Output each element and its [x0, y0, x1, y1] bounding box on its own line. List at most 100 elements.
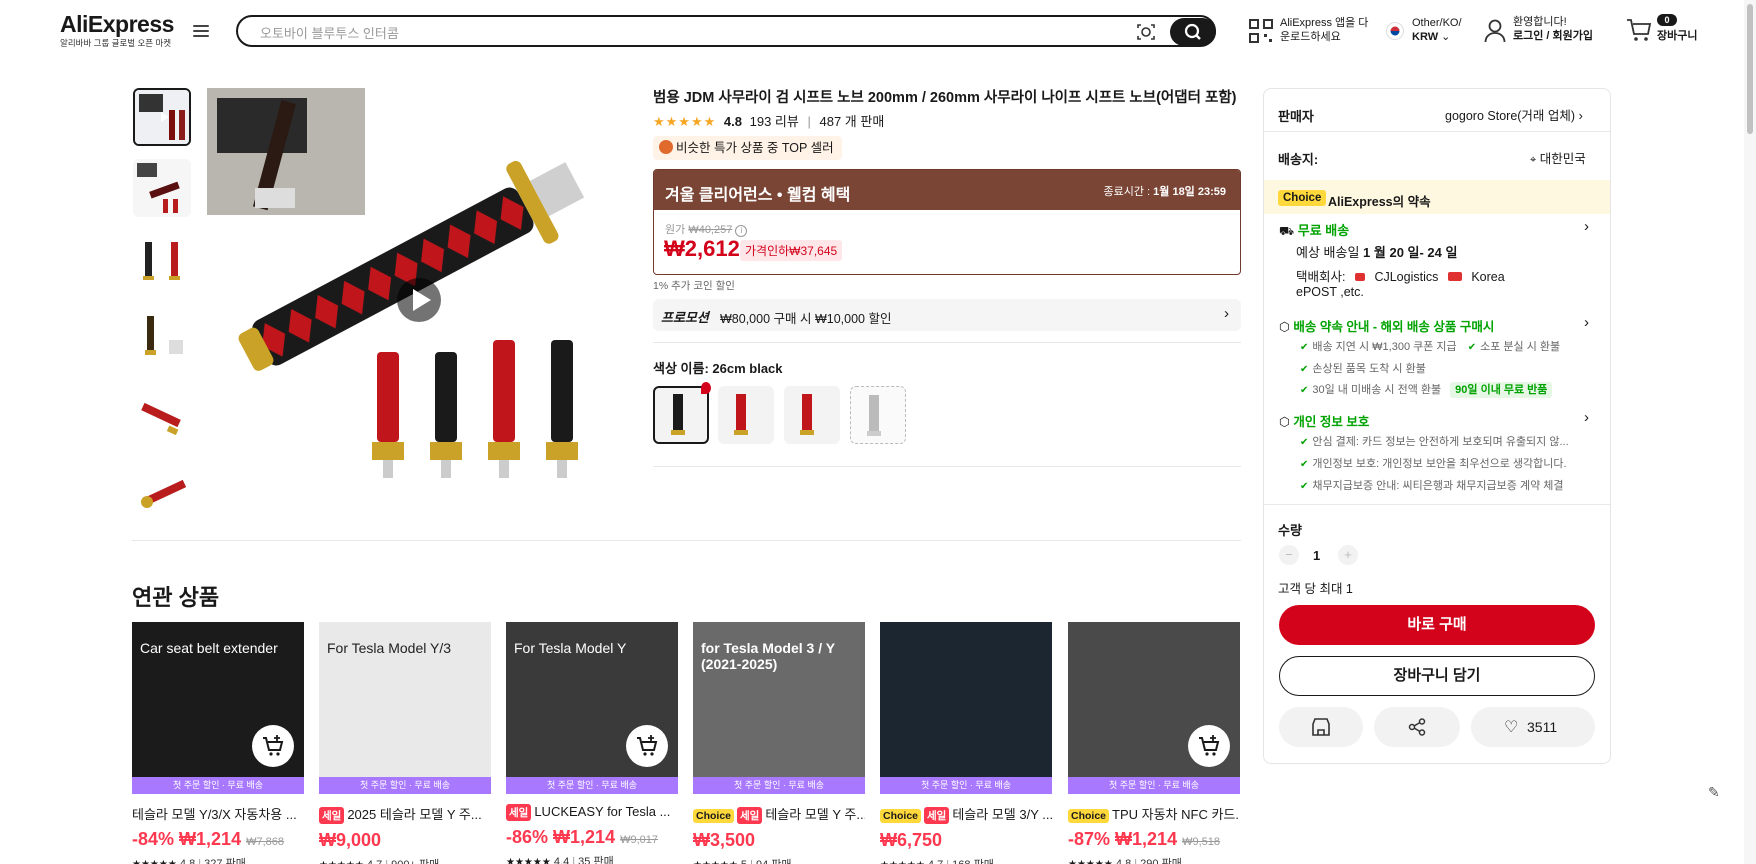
add-to-cart-button[interactable]: 장바구니 담기 [1279, 656, 1595, 696]
color-swatch-3[interactable] [784, 386, 840, 444]
related-product-image[interactable]: 첫 주문 할인 · 무료 배송 [1068, 622, 1240, 794]
first-order-strip: 첫 주문 할인 · 무료 배송 [693, 777, 865, 794]
related-product-price: -86% ₩1,214 ₩9,017 [506, 827, 678, 848]
login-link[interactable]: 환영합니다! 로그인 / 회원가입 [1513, 15, 1593, 43]
seller-link[interactable]: gogoro Store(거래 업체) › [1445, 105, 1583, 124]
choice-tag: Choice [1068, 809, 1110, 823]
search-button[interactable] [1170, 18, 1216, 46]
thumbnail-6[interactable] [133, 462, 191, 520]
related-product-price: ₩6,750 [880, 830, 1052, 851]
region-selector[interactable]: Other/KO/ KRW ⌄ [1412, 16, 1462, 44]
swatch-image [867, 395, 881, 436]
search-bar[interactable]: 오토바이 블루투스 인터콤 [236, 15, 1216, 47]
add-to-cart-icon[interactable] [626, 725, 668, 767]
first-order-strip: 첫 주문 할인 · 무료 배송 [506, 777, 678, 794]
chevron-right-icon[interactable]: › [1584, 218, 1589, 235]
related-product-title[interactable]: 테슬라 모델 Y/3/X 자동차용 ... [132, 804, 304, 823]
store-button[interactable] [1279, 707, 1363, 747]
related-product-image[interactable]: for Tesla Model 3 / Y (2021-2025) 첫 주문 할인… [693, 622, 865, 794]
rating-stars: ★★★★★ [506, 857, 551, 864]
sold-count: 290 판매 [1140, 858, 1182, 864]
buy-now-button[interactable]: 바로 구매 [1279, 605, 1595, 645]
related-product-card[interactable]: Car seat belt extender 첫 주문 할인 · 무료 배송테슬라… [132, 622, 304, 864]
original-price: ₩40,257 [688, 224, 733, 236]
thumbnail-4[interactable] [133, 310, 191, 368]
product-name: LUCKEASY for Tesla ... [534, 804, 671, 819]
app-download-link[interactable]: AliExpress 앱을 다 운로드하세요 [1280, 16, 1368, 44]
promotion-text: ₩80,000 구매 시 ₩10,000 할인 [720, 312, 892, 326]
related-product-title[interactable]: Choice TPU 자동차 NFC 카드... [1068, 804, 1240, 823]
related-product-rating: ★★★★★ 4.8 | 327 판매 [132, 855, 304, 864]
promotion-row[interactable]: 프로모션 ₩80,000 구매 시 ₩10,000 할인 › [653, 299, 1241, 331]
guarantee-item: ✔ 30일 내 미배송 시 전액 환불 90일 이내 무료 반품 [1300, 381, 1553, 398]
color-swatch-26cm-black[interactable] [653, 382, 711, 444]
related-product-rating: ★★★★★ 4.7 | 900+ 판매 [319, 856, 491, 864]
related-product-card[interactable]: For Tesla Model Y/3 첫 주문 할인 · 무료 배송세일 2025… [319, 622, 491, 864]
rating-value: 4.4 [553, 856, 570, 864]
truck-icon: ⛟ [1279, 224, 1295, 238]
promotion-label: 프로모션 [661, 310, 709, 325]
ship-to-selector[interactable]: ⌖ 대한민국 [1530, 148, 1586, 167]
related-product-card[interactable]: for Tesla Model 3 / Y (2021-2025) 첫 주문 할인… [693, 622, 865, 864]
check-icon: ✔ [1300, 459, 1309, 470]
quantity-value[interactable]: 1 [1313, 548, 1320, 563]
scrollbar-thumb[interactable] [1747, 4, 1753, 134]
thumbnail-2[interactable] [133, 159, 191, 217]
search-input[interactable]: 오토바이 블루투스 인터콤 [260, 23, 399, 42]
swatch-image [734, 394, 748, 435]
chevron-right-icon[interactable]: › [1584, 409, 1589, 426]
menu-icon[interactable] [193, 25, 209, 39]
quantity-decrease-button[interactable]: − [1279, 545, 1299, 565]
related-product-title[interactable]: 세일 LUCKEASY for Tesla ... [506, 804, 678, 821]
color-swatch-4-unavailable[interactable] [850, 386, 906, 444]
thumbnail-3[interactable] [133, 234, 191, 292]
wishlist-button[interactable]: ♡ 3511 [1471, 707, 1595, 747]
image-search-icon[interactable] [1136, 22, 1156, 42]
related-product-image[interactable]: Car seat belt extender 첫 주문 할인 · 무료 배송 [132, 622, 304, 794]
delivery-guarantee-row[interactable]: ⬡ 배송 약속 안내 - 해외 배송 상품 구매시 [1279, 316, 1494, 335]
aliexpress-logo[interactable]: AliExpress [60, 11, 174, 38]
share-button[interactable] [1374, 707, 1460, 747]
korea-post-icon [1447, 272, 1462, 281]
related-product-image[interactable]: For Tesla Model Y 첫 주문 할인 · 무료 배송 [506, 622, 678, 794]
related-product-title[interactable]: Choice 세일 테슬라 모델 Y 주... [693, 804, 865, 824]
add-to-cart-icon[interactable] [1188, 725, 1230, 767]
product-title: 범용 JDM 사무라이 검 시프트 노브 200mm / 260mm 사무라이 … [653, 90, 1237, 106]
share-icon [1408, 718, 1426, 736]
quantity-increase-button[interactable]: + [1338, 545, 1358, 565]
divider [653, 466, 1241, 467]
cart-icon[interactable] [1626, 18, 1652, 42]
related-product-card[interactable]: 첫 주문 할인 · 무료 배송 Choice 세일 테슬라 모델 3/Y ... ₩6… [880, 622, 1052, 864]
privacy-row[interactable]: ⬡ 개인 정보 보호 [1279, 411, 1369, 430]
related-product-image[interactable]: 첫 주문 할인 · 무료 배송 [880, 622, 1052, 794]
related-product-title[interactable]: 세일 2025 테슬라 모델 Y 주... [319, 804, 491, 824]
related-product-title[interactable]: Choice 세일 테슬라 모델 3/Y ... [880, 804, 1052, 824]
price: ₩1,214 [1115, 829, 1178, 849]
divider [1264, 131, 1610, 132]
original-price: ₩9,017 [620, 834, 659, 846]
rating-row[interactable]: ★★★★★ 4.8 193 리뷰 | 487 개 판매 [653, 111, 884, 130]
rating-stars: ★★★★★ [1068, 859, 1113, 864]
color-swatch-2[interactable] [718, 386, 774, 444]
related-product-card[interactable]: For Tesla Model Y 첫 주문 할인 · 무료 배송세일 LUCKEA… [506, 622, 678, 864]
qr-code-icon[interactable] [1249, 19, 1273, 43]
free-shipping-row[interactable]: ⛟ 무료 배송 [1279, 220, 1349, 240]
main-product-image[interactable] [207, 88, 631, 512]
user-icon[interactable] [1484, 19, 1506, 43]
thumbnail-1[interactable] [133, 88, 191, 146]
thumbnail-5[interactable] [133, 387, 191, 445]
related-product-price: ₩3,500 [693, 830, 865, 851]
check-icon: ✔ [1300, 481, 1309, 492]
privacy-item: ✔ 개인정보 보호: 개인정보 보안을 최우선으로 생각합니다. [1300, 458, 1567, 470]
cj-logo-icon [1354, 273, 1365, 281]
chevron-right-icon[interactable]: › [1584, 314, 1589, 331]
cart-label[interactable]: 장바구니 [1657, 29, 1697, 43]
rating-value: 4.7 [928, 859, 943, 864]
review-count[interactable]: 193 리뷰 [750, 114, 799, 129]
sold-count: 35 판매 [578, 856, 614, 864]
check-icon: ✔ [1467, 342, 1477, 353]
related-product-card[interactable]: 첫 주문 할인 · 무료 배송 Choice TPU 자동차 NFC 카드... -8… [1068, 622, 1240, 864]
edit-icon[interactable]: ✎ [1708, 784, 1720, 801]
add-to-cart-icon[interactable] [252, 725, 294, 767]
related-product-image[interactable]: For Tesla Model Y/3 첫 주문 할인 · 무료 배송 [319, 622, 491, 794]
